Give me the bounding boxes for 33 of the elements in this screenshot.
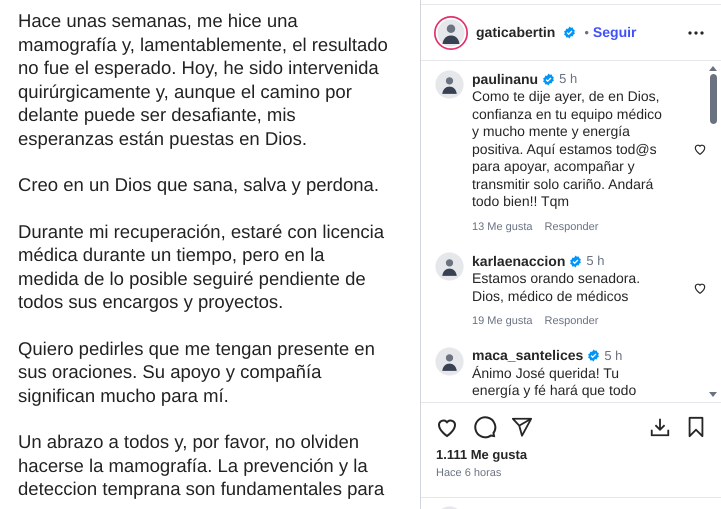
username[interactable]: gaticabertin — [476, 22, 556, 43]
post-paragraph: Un abrazo a todos y, por favor, no olviden hacerse la mamografía. La prevención y la deteccion temprana son fundamentales para — [18, 430, 386, 500]
comment-likes[interactable]: 13 Me gusta — [472, 218, 533, 235]
comment-time: 5 h — [586, 252, 604, 270]
like-comment-icon[interactable] — [693, 280, 707, 294]
comment-text: Ánimo José querida! Tu energía y fé hará que todo — [472, 364, 638, 400]
post-time: Hace 6 horas — [435, 466, 502, 480]
comment-text: Estamos orando senadora. Dios, médico de médicos — [472, 270, 642, 305]
likes-count[interactable]: 1.111 Me gusta — [421, 439, 721, 464]
avatar-icon[interactable] — [435, 346, 464, 376]
reply-button[interactable]: Responder — [544, 313, 598, 330]
avatar-icon[interactable] — [435, 70, 464, 99]
separator-dot: • — [584, 24, 589, 42]
like-comment-icon[interactable] — [693, 142, 707, 156]
more-options-icon[interactable] — [688, 30, 704, 34]
comment-username[interactable]: paulinanu — [472, 68, 538, 90]
avatar-icon[interactable] — [435, 252, 464, 281]
comment-time: 5 h — [559, 70, 578, 88]
download-icon[interactable] — [649, 416, 671, 438]
comment-username[interactable]: karlaenaccion — [472, 250, 566, 272]
comment-icon[interactable] — [473, 415, 497, 439]
comment-text: Como te dije ayer, de en Dios, confianza en tu equipo médico y mucho mente y energía positiva. Aquí estamos tod@s para apoyar, acompañar y transmitir solo cariño. Andará todo bien!! Tqm — [472, 88, 663, 210]
comment-likes[interactable]: 19 Me gusta — [472, 313, 533, 330]
follow-button[interactable]: Seguir — [592, 22, 636, 43]
post-paragraph: Hace unas semanas, me hice una mamografía y, lamentablemente, el resultado no fue el esperado. Hoy, he sido intervenida quirúrgicamente y, aunque el camino por delante puede ser desafiante, mis esperanzas están puestas en Dios. — [18, 9, 389, 150]
send-icon[interactable] — [511, 416, 533, 438]
post-paragraph: Quiero pedirles que me tengan presente en sus oraciones. Su apoyo y compañía significan mucho para mí. — [18, 336, 376, 407]
post-paragraph: Creo en un Dios que sana, salva y perdona. — [18, 173, 380, 196]
reply-button[interactable]: Responder — [544, 218, 598, 235]
avatar-icon[interactable] — [434, 16, 468, 50]
post-paragraph: Durante mi recuperación, estaré con licencia médica durante un tiempo, pero en la medida de lo posible seguiré pendiente de todos sus encargos y proyectos. — [18, 220, 386, 314]
comment-username[interactable]: maca_santelices — [472, 345, 584, 366]
comment-time: 5 h — [604, 346, 622, 365]
